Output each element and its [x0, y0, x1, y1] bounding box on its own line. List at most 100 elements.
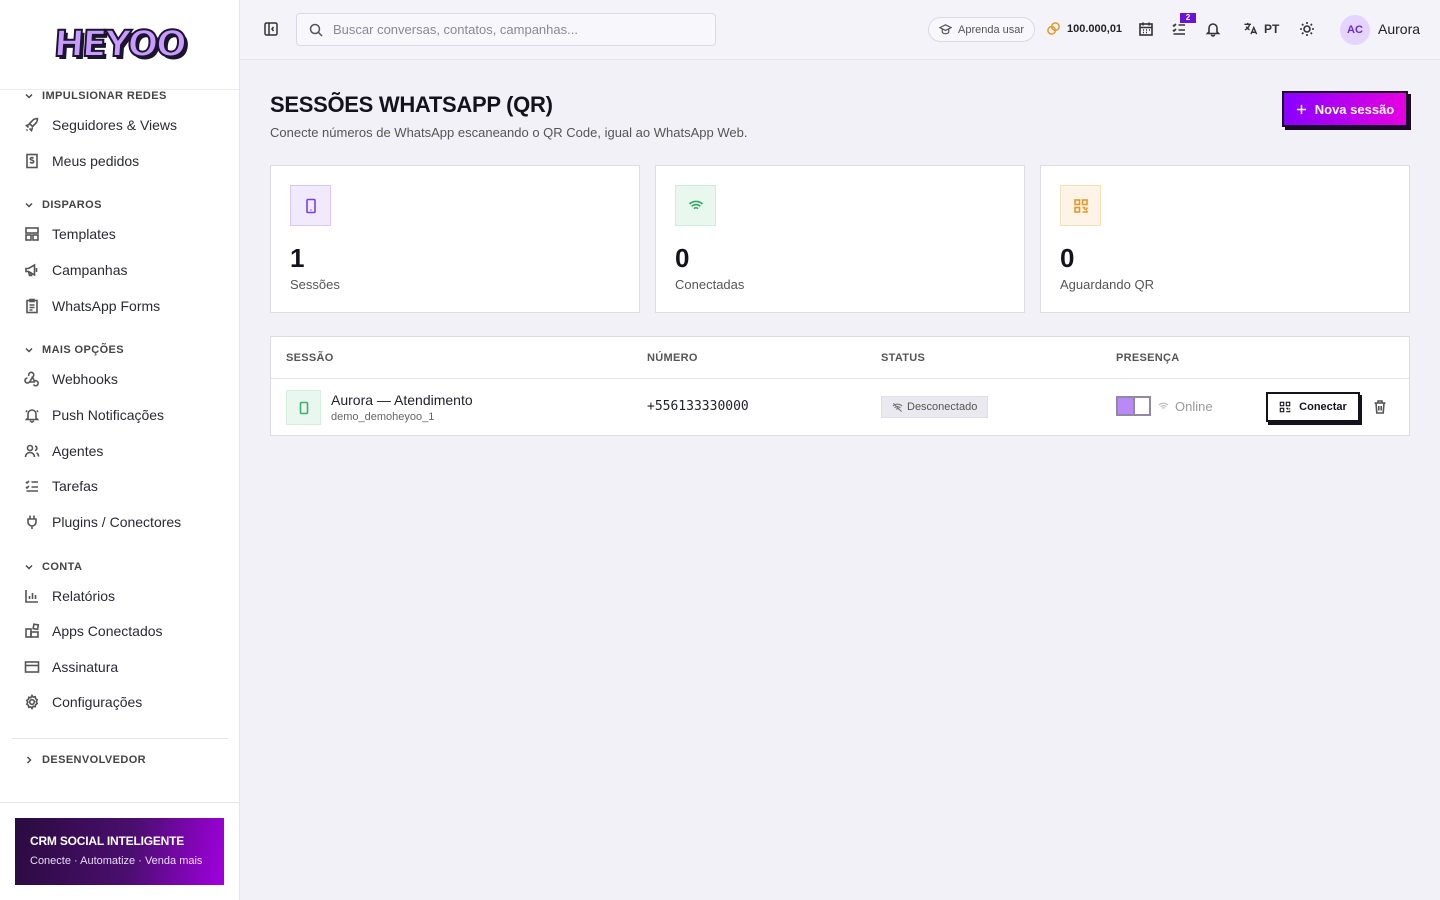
stat-label: Sessões: [290, 277, 340, 292]
chevron-down-icon: [25, 348, 33, 353]
sun-icon: [1300, 22, 1314, 36]
layout-icon: [25, 227, 39, 241]
sidebar-item-apps-conectados[interactable]: Apps Conectados: [0, 616, 239, 646]
toggle-knob: [1133, 398, 1135, 414]
learn-button[interactable]: Aprenda usar: [928, 17, 1036, 42]
qr-icon: [1279, 401, 1291, 413]
section-desenvolvedor[interactable]: DESENVOLVEDOR: [0, 751, 146, 769]
sidebar-item-relatorios[interactable]: Relatórios: [0, 581, 239, 611]
sidebar-item-whatsapp-forms[interactable]: WhatsApp Forms: [0, 291, 239, 321]
heyoo-logo[interactable]: HEYOO: [52, 23, 188, 66]
status-text: Desconectado: [907, 401, 978, 413]
section-label: MAIS OPÇÕES: [42, 344, 125, 356]
promo-banner[interactable]: CRM SOCIAL INTELIGENTE Conecte · Automat…: [15, 818, 224, 885]
receipt-icon: [26, 153, 38, 169]
sidebar-item-label: Campanhas: [52, 262, 128, 278]
chevron-down-icon: [25, 565, 33, 570]
bell-icon: [24, 409, 40, 423]
sidebar-collapse-button[interactable]: [264, 22, 278, 36]
stat-icon-box: [290, 185, 331, 226]
sidebar-item-label: Seguidores & Views: [52, 117, 178, 133]
column-header-status: STATUS: [881, 352, 926, 364]
stat-label: Aguardando QR: [1060, 277, 1154, 292]
credits-balance[interactable]: 100.000,01: [1046, 21, 1122, 36]
connect-button[interactable]: Conectar: [1266, 392, 1360, 422]
sidebar-item-label: Relatórios: [52, 588, 116, 604]
user-name[interactable]: Aurora: [1378, 21, 1420, 37]
stat-label: Conectadas: [675, 277, 745, 292]
stat-value: 0: [1060, 243, 1075, 273]
sidebar-item-campanhas[interactable]: Campanhas: [0, 255, 239, 285]
sidebar-item-templates[interactable]: Templates: [0, 219, 239, 249]
learn-label: Aprenda usar: [958, 23, 1025, 36]
sidebar-item-configuracoes[interactable]: Configurações: [0, 687, 239, 717]
chevron-down-icon: [25, 94, 33, 99]
section-disparos[interactable]: DISPAROS: [0, 196, 102, 214]
sidebar-item-assinatura[interactable]: Assinatura: [0, 652, 239, 682]
column-header-presence: PRESENÇA: [1116, 352, 1180, 364]
search-input[interactable]: [333, 22, 693, 37]
stat-value: 0: [675, 243, 690, 273]
sidebar-item-label: Configurações: [52, 694, 143, 710]
stat-card-connected: 0 Conectadas: [655, 165, 1025, 313]
sidebar-item-label: Tarefas: [52, 478, 98, 494]
presence-toggle[interactable]: [1116, 396, 1151, 416]
stat-icon-box: [675, 185, 716, 226]
users-icon: [24, 444, 40, 458]
sidebar-item-seguidores-views[interactable]: Seguidores & Views: [0, 110, 239, 140]
search-icon: [309, 23, 323, 37]
tasks-button[interactable]: [1171, 21, 1187, 37]
section-conta[interactable]: CONTA: [0, 558, 82, 576]
presence-status: Online: [1158, 399, 1213, 414]
calendar-button[interactable]: [1138, 21, 1154, 37]
session-id: demo_demoheyoo_1: [331, 411, 435, 423]
sidebar-item-label: Meus pedidos: [52, 153, 140, 169]
clipboard-icon: [26, 298, 38, 314]
sidebar-item-plugins-conectores[interactable]: Plugins / Conectores: [0, 507, 239, 537]
page-subtitle: Conecte números de WhatsApp escaneando o…: [270, 125, 748, 140]
chevron-down-icon: [25, 203, 33, 208]
section-mais-opcoes[interactable]: MAIS OPÇÕES: [0, 341, 124, 359]
section-label: IMPULSIONAR REDES: [42, 90, 167, 102]
sidebar-item-webhooks[interactable]: Webhooks: [0, 364, 239, 394]
apps-icon: [25, 623, 40, 638]
tasks-badge: 2: [1180, 13, 1196, 23]
sidebar-item-meus-pedidos[interactable]: Meus pedidos: [0, 146, 239, 176]
list-check-icon: [25, 480, 38, 492]
section-impulsionar-redes[interactable]: IMPULSIONAR REDES: [0, 87, 167, 105]
sidebar-item-label: Templates: [52, 226, 116, 242]
bell-icon: [1205, 23, 1221, 37]
rocket-icon: [25, 117, 39, 132]
sidebar: HEYOO IMPULSIONAR REDES Seguidores & Vie…: [0, 0, 240, 900]
notifications-button[interactable]: [1205, 21, 1221, 37]
session-name[interactable]: Aurora — Atendimento: [331, 392, 473, 408]
theme-toggle-button[interactable]: [1299, 21, 1315, 37]
sidebar-item-push-notificacoes[interactable]: Push Notificações: [0, 400, 239, 430]
tablet-icon: [305, 198, 316, 213]
column-header-number: NÚMERO: [647, 352, 698, 364]
sidebar-item-label: Assinatura: [52, 659, 119, 675]
wifi-icon: [688, 200, 703, 212]
sidebar-item-tarefas[interactable]: Tarefas: [0, 471, 239, 501]
plug-icon: [27, 515, 37, 529]
session-number: +556133330000: [647, 399, 749, 414]
presence-text: Online: [1175, 399, 1213, 414]
graduation-cap-icon: [939, 24, 952, 35]
stat-card-sessions: 1 Sessões: [270, 165, 640, 313]
avatar[interactable]: AC: [1340, 15, 1370, 45]
sidebar-item-label: WhatsApp Forms: [52, 298, 161, 314]
search-box: [296, 13, 716, 46]
language-selector[interactable]: PT: [1243, 21, 1279, 36]
credits-value: 100.000,01: [1067, 22, 1123, 35]
language-code: PT: [1264, 21, 1280, 36]
status-badge: Desconectado: [881, 396, 989, 418]
sessions-table: SESSÃO NÚMERO STATUS PRESENÇA Aurora — A…: [270, 336, 1410, 436]
section-label: DESENVOLVEDOR: [42, 754, 147, 766]
toggle-fill: [1118, 398, 1133, 414]
delete-session-button[interactable]: [1372, 399, 1388, 415]
promo-divider: [0, 802, 239, 803]
bar-chart-icon: [25, 590, 38, 603]
sidebar-item-agentes[interactable]: Agentes: [0, 436, 239, 466]
new-session-button[interactable]: Nova sessão: [1282, 91, 1408, 127]
logo-area: HEYOO: [0, 0, 239, 90]
